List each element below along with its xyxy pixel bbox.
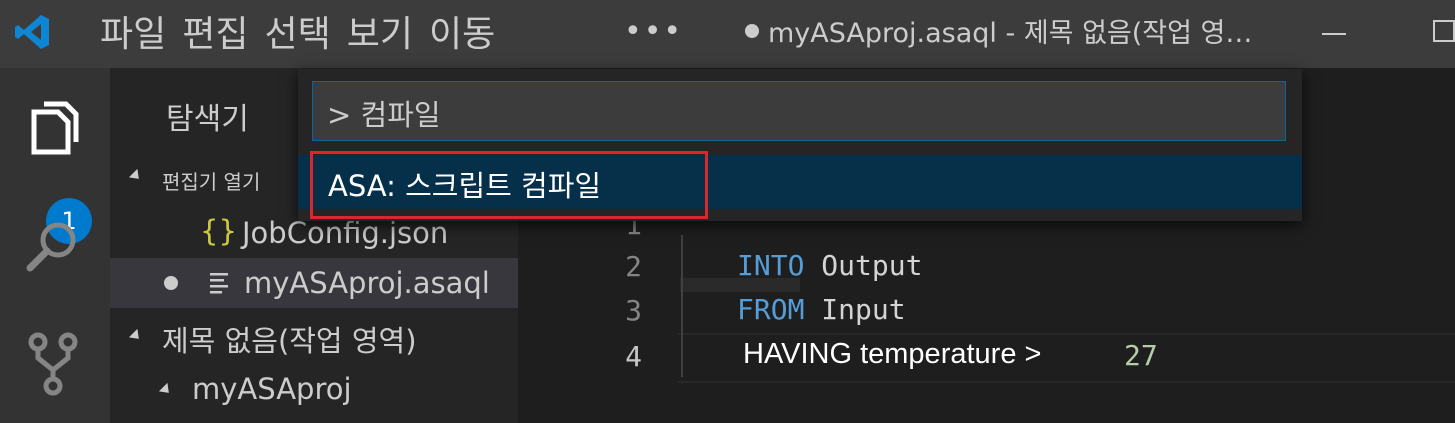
- menu-bar: 파일 편집 선택 보기 이동: [100, 10, 511, 60]
- menu-edit[interactable]: 편집: [182, 10, 248, 60]
- explorer-icon[interactable]: [18, 98, 88, 168]
- code-line-2: INTO Output: [737, 249, 922, 282]
- title-bar: 파일 편집 선택 보기 이동 ••• myASAproj.asaql - 제목 …: [0, 0, 1455, 68]
- collapse-icon: [128, 168, 144, 184]
- line-number: 2: [625, 250, 642, 283]
- code-line-4-number: 27: [1124, 339, 1158, 372]
- json-file-icon: {}: [200, 214, 237, 248]
- file-lines-icon: [210, 273, 228, 294]
- source-control-icon[interactable]: [18, 328, 88, 398]
- sidebar-title: 탐색기: [166, 102, 249, 137]
- project-folder-label: myASAproj: [192, 372, 352, 406]
- command-input-value: > 컴파일: [327, 98, 441, 132]
- code-line-3: FROM Input: [737, 293, 906, 326]
- workspace-label: 제목 없음(작업 영역): [162, 324, 417, 358]
- unsaved-dot-icon: [164, 276, 178, 290]
- workspace-section[interactable]: 제목 없음(작업 영역): [110, 312, 518, 362]
- menu-view[interactable]: 보기: [347, 10, 413, 60]
- unsaved-dot-icon: [745, 24, 759, 38]
- window-title: myASAproj.asaql - 제목 없음(작업 영…: [768, 18, 1253, 49]
- vscode-logo-icon: [15, 15, 49, 49]
- command-palette: > 컴파일 ASA: 스크립트 컴파일: [298, 69, 1302, 221]
- keyword: FROM: [737, 293, 805, 326]
- highlight-box: [310, 151, 708, 219]
- search-icon[interactable]: [18, 212, 88, 282]
- project-folder[interactable]: myASAproj: [110, 366, 518, 416]
- collapse-icon: [158, 382, 174, 398]
- keyword: INTO: [737, 249, 805, 282]
- more-menu-icon[interactable]: •••: [624, 14, 683, 49]
- menu-go[interactable]: 이동: [429, 10, 495, 60]
- open-editor-asaql[interactable]: myASAproj.asaql: [110, 258, 518, 308]
- command-input[interactable]: > 컴파일: [312, 81, 1286, 141]
- line-number: 4: [625, 340, 642, 373]
- menu-selection[interactable]: 선택: [265, 10, 331, 60]
- menu-file[interactable]: 파일: [100, 10, 166, 60]
- activity-bar: 1: [0, 68, 110, 423]
- identifier: Input: [821, 293, 906, 326]
- minimize-icon[interactable]: [1322, 33, 1346, 35]
- maximize-icon[interactable]: [1433, 20, 1455, 42]
- code-line-4-text: HAVING temperature >: [743, 338, 1042, 370]
- identifier: Output: [821, 249, 923, 282]
- collapse-icon: [128, 328, 144, 344]
- line-number: 3: [625, 294, 642, 327]
- file-jobconfig: JobConfig.json: [242, 216, 449, 250]
- open-editors-label: 편집기 열기: [162, 170, 261, 194]
- file-asaql: myASAproj.asaql: [244, 266, 490, 300]
- indent-guide: [681, 235, 683, 377]
